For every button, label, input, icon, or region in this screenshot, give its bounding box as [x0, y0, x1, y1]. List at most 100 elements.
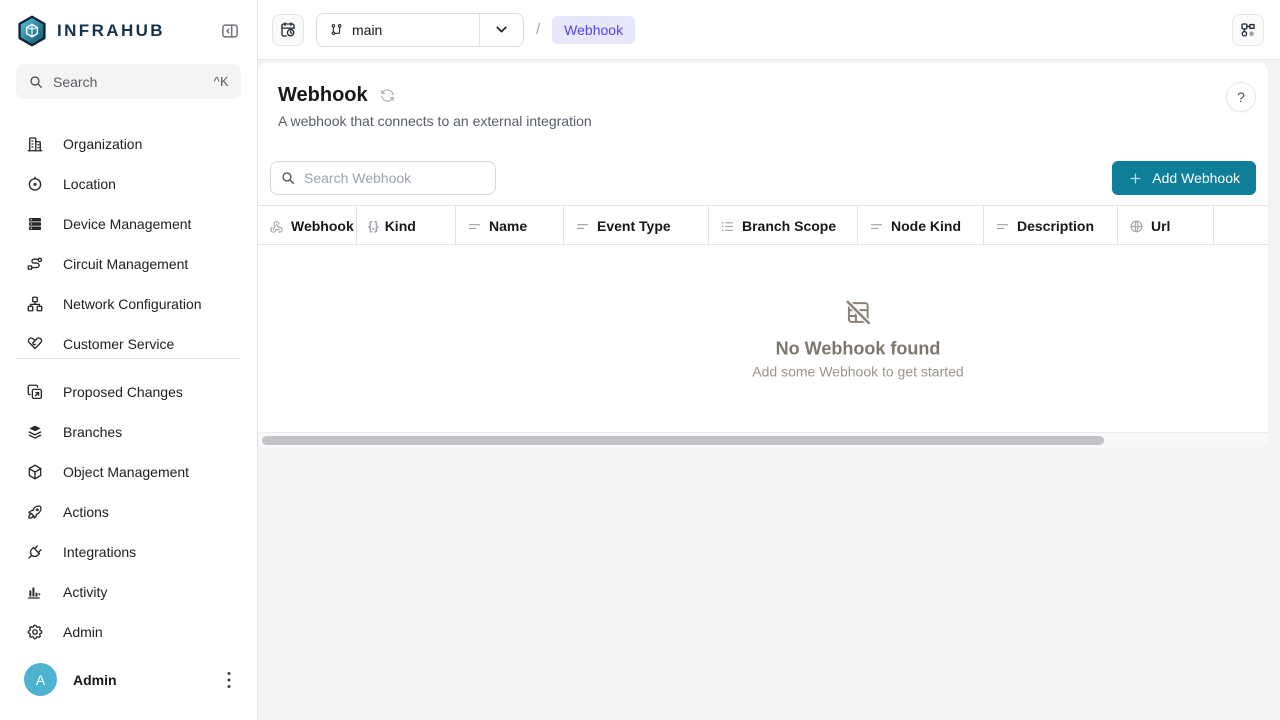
column-header-description: Description	[984, 206, 1118, 245]
panel-collapse-icon	[220, 21, 240, 41]
sidebar-item-actions[interactable]: Actions	[0, 492, 257, 532]
refresh-icon	[379, 87, 396, 104]
git-branch-icon	[329, 22, 344, 37]
column-label: Description	[1017, 218, 1094, 234]
chevron-down-icon	[493, 21, 510, 38]
card-header: Webhook A webhook that connects to an ex…	[258, 63, 1268, 129]
sidebar-item-admin[interactable]: Admin	[0, 612, 257, 652]
sidebar-nav-secondary: Proposed Changes Branches Object Managem…	[0, 372, 257, 652]
horizontal-scrollbar-thumb[interactable]	[262, 436, 1104, 445]
table-body: No Webhook found Add some Webhook to get…	[258, 245, 1268, 432]
sidebar-item-branches[interactable]: Branches	[0, 412, 257, 452]
sidebar-item-organization[interactable]: Organization	[0, 124, 257, 164]
column-label: Name	[489, 218, 527, 234]
column-header-empty	[1214, 206, 1268, 245]
sidebar-item-label: Integrations	[63, 544, 136, 560]
breadcrumb-webhook[interactable]: Webhook	[552, 16, 635, 44]
sidebar-item-label: Admin	[63, 624, 103, 640]
content: Webhook A webhook that connects to an ex…	[258, 60, 1280, 720]
handshake-icon	[26, 335, 44, 352]
main-area: main / Webhook Webhook	[258, 0, 1280, 720]
sidebar-item-label: Activity	[63, 584, 107, 600]
branch-name: main	[352, 22, 382, 38]
branch-selector-value: main	[317, 22, 479, 38]
sidebar-item-device-management[interactable]: Device Management	[0, 204, 257, 244]
table-scrollbar-track[interactable]	[258, 432, 1268, 448]
sidebar-search-input[interactable]	[53, 74, 205, 90]
column-header-event-type: Event Type	[564, 206, 709, 245]
sidebar-item-object-management[interactable]: Object Management	[0, 452, 257, 492]
sidebar-divider	[16, 358, 241, 359]
list-icon	[720, 219, 735, 234]
empty-state: No Webhook found Add some Webhook to get…	[752, 298, 963, 379]
column-label: Event Type	[597, 218, 671, 234]
sidebar-item-label: Circuit Management	[63, 256, 188, 272]
server-icon	[26, 215, 44, 233]
sidebar-collapse-button[interactable]	[217, 18, 243, 44]
column-header-node-kind: Node Kind	[858, 206, 984, 245]
add-webhook-button[interactable]: Add Webhook	[1112, 161, 1256, 195]
column-label: Node Kind	[891, 218, 961, 234]
building-icon	[26, 135, 44, 153]
diff-icon	[26, 383, 44, 401]
branch-selector[interactable]: main	[316, 13, 524, 47]
sidebar-item-location[interactable]: Location	[0, 164, 257, 204]
sitemap-icon	[26, 295, 44, 313]
table-header: Webhook {.} Kind Name Event Type	[258, 205, 1268, 245]
table-search[interactable]	[270, 161, 496, 195]
chart-icon	[26, 583, 44, 601]
empty-state-subtitle: Add some Webhook to get started	[752, 363, 963, 379]
sidebar-nav-primary: Organization Location Device Management	[0, 124, 257, 352]
sidebar-item-label: Customer Service	[63, 336, 174, 352]
search-icon	[28, 74, 44, 90]
stack-icon	[26, 423, 44, 441]
column-header-branch-scope: Branch Scope	[709, 206, 858, 245]
help-button[interactable]: ?	[1226, 82, 1256, 112]
gear-icon	[26, 623, 44, 641]
user-name: Admin	[73, 672, 201, 688]
brand-name: INFRAHUB	[57, 21, 217, 41]
text-icon	[467, 219, 482, 234]
column-header-webhook: Webhook	[258, 206, 357, 245]
page-subtitle: A webhook that connects to an external i…	[278, 113, 1248, 129]
avatar: A	[24, 663, 57, 696]
sidebar-item-label: Actions	[63, 504, 109, 520]
sidebar-item-network-configuration[interactable]: Network Configuration	[0, 284, 257, 324]
time-travel-button[interactable]	[272, 14, 304, 46]
topology-icon	[1239, 21, 1257, 39]
sidebar-item-label: Organization	[63, 136, 142, 152]
rocket-icon	[26, 503, 44, 521]
user-menu[interactable]: A Admin	[0, 663, 257, 720]
column-header-url: Url	[1118, 206, 1214, 245]
column-label: Branch Scope	[742, 218, 836, 234]
globe-icon	[1129, 219, 1144, 234]
sidebar-item-activity[interactable]: Activity	[0, 572, 257, 612]
sidebar-item-customer-service[interactable]: Customer Service	[0, 324, 257, 352]
column-header-kind: {.} Kind	[357, 206, 456, 245]
user-menu-button[interactable]	[217, 668, 241, 692]
text-icon	[575, 219, 590, 234]
webhook-search-input[interactable]	[270, 161, 496, 195]
sidebar-item-proposed-changes[interactable]: Proposed Changes	[0, 372, 257, 412]
sidebar-item-label: Branches	[63, 424, 122, 440]
search-shortcut: ^K	[214, 75, 229, 89]
plug-icon	[26, 543, 44, 561]
text-icon	[869, 219, 884, 234]
add-webhook-label: Add Webhook	[1152, 170, 1240, 186]
refresh-button[interactable]	[379, 87, 396, 104]
schema-topology-button[interactable]	[1232, 14, 1264, 46]
column-header-name: Name	[456, 206, 564, 245]
brand-header: INFRAHUB	[0, 0, 257, 48]
sidebar-search[interactable]: ^K	[16, 64, 241, 99]
page-title: Webhook	[278, 84, 368, 107]
route-icon	[26, 255, 44, 273]
webhook-card: Webhook A webhook that connects to an ex…	[258, 63, 1268, 448]
column-label: Webhook	[291, 218, 354, 234]
webhook-icon	[269, 219, 284, 234]
sidebar-item-circuit-management[interactable]: Circuit Management	[0, 244, 257, 284]
sidebar-item-integrations[interactable]: Integrations	[0, 532, 257, 572]
topbar: main / Webhook	[258, 0, 1280, 60]
infrahub-logo-icon	[16, 15, 48, 47]
column-label: Kind	[385, 218, 416, 234]
text-icon	[995, 219, 1010, 234]
